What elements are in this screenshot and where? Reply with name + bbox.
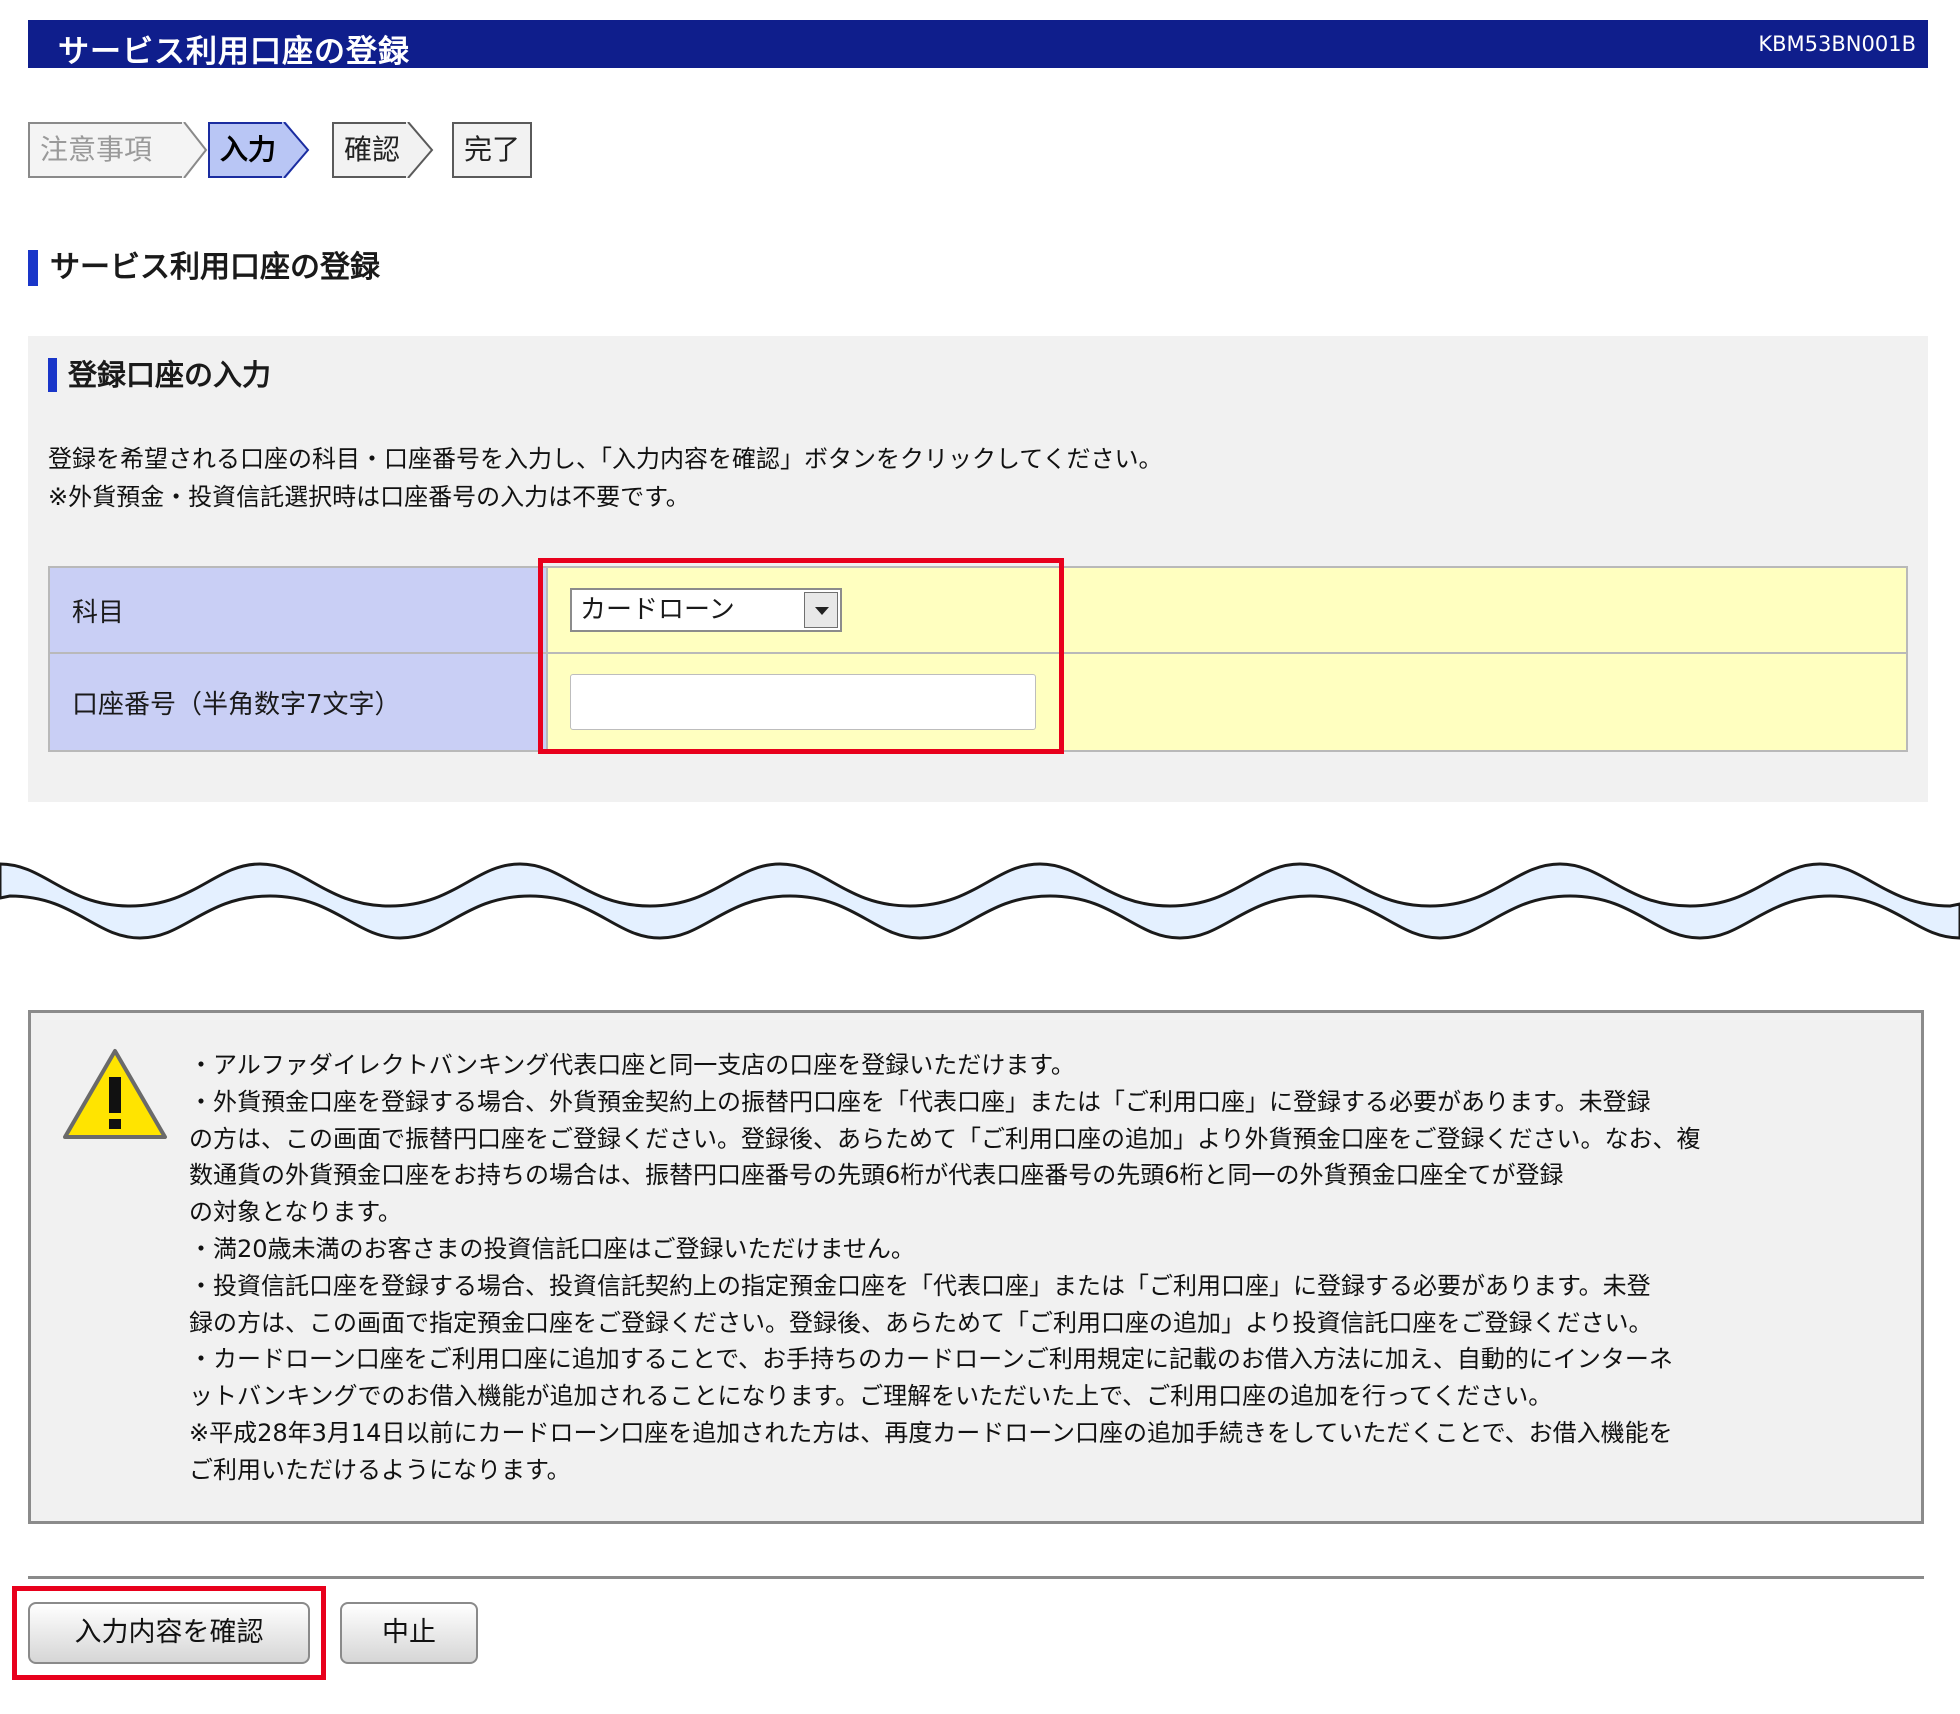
step-label: 注意事項	[28, 122, 184, 178]
notice-line: 録の方は、この画面で指定預金口座をご登録ください。登録後、あらためて「ご利用口座…	[189, 1308, 1653, 1337]
cancel-button[interactable]: 中止	[340, 1602, 478, 1664]
notice-line: ・外貨預金口座を登録する場合、外貨預金契約上の振替円口座を「代表口座」または「ご…	[189, 1087, 1651, 1116]
notice-line: ・カードローン口座をご利用口座に追加することで、お手持ちのカードローンご利用規定…	[189, 1345, 1673, 1374]
notice-line: の方は、この画面で振替円口座をご登録ください。登録後、あらためて「ご利用口座の追…	[189, 1124, 1701, 1153]
header-bar: サービス利用口座の登録 KBM53BN001B	[28, 20, 1928, 70]
section-title: 登録口座の入力	[48, 358, 271, 392]
highlight-box	[12, 1586, 326, 1680]
step-label: 完了	[452, 122, 532, 178]
notice-line: ご利用いただけるようになります。	[189, 1455, 571, 1484]
warning-icon	[63, 1049, 167, 1139]
notice-line: ットバンキングでのお借入機能が追加されることになります。ご理解をいただいた上で、…	[189, 1382, 1553, 1411]
instruction-note: ※外貨預金・投資信託選択時は口座番号の入力は不要です。	[48, 483, 690, 511]
notice-line: ※平成28年3月14日以前にカードローン口座を追加された方は、再度カードローン口…	[189, 1418, 1673, 1447]
notice-line: の対象となります。	[189, 1198, 402, 1227]
screen-id: KBM53BN001B	[1758, 32, 1916, 56]
header-title: サービス利用口座の登録	[58, 34, 410, 70]
divider	[28, 1576, 1924, 1579]
highlight-box	[538, 558, 1064, 754]
notice-box: ・アルファダイレクトバンキング代表口座と同一支店の口座を登録いただけます。 ・外…	[28, 1010, 1924, 1524]
instruction-line: 登録を希望される口座の科目・口座番号を入力し、「入力内容を確認」ボタンをクリック…	[48, 445, 1163, 473]
page-title: サービス利用口座の登録	[28, 250, 380, 286]
notice-line: 数通貨の外貨預金口座をお持ちの場合は、振替円口座番号の先頭6桁が代表口座番号の先…	[189, 1161, 1564, 1190]
step-arrow-icon	[282, 122, 310, 178]
notice-line: ・満20歳未満のお客さまの投資信託口座はご登録いただけません。	[189, 1234, 915, 1263]
step-arrow-icon	[406, 122, 434, 178]
notice-text: ・アルファダイレクトバンキング代表口座と同一支店の口座を登録いただけます。 ・外…	[189, 1047, 1701, 1489]
step-arrow-icon	[182, 122, 208, 178]
step-label: 確認	[332, 122, 408, 178]
notice-line: ・アルファダイレクトバンキング代表口座と同一支店の口座を登録いただけます。	[189, 1051, 1075, 1079]
instructions: 登録を希望される口座の科目・口座番号を入力し、「入力内容を確認」ボタンをクリック…	[48, 440, 1163, 516]
account-number-label: 口座番号（半角数字7文字）	[50, 654, 548, 750]
step-label: 入力	[208, 122, 284, 178]
subject-label: 科目	[50, 568, 548, 652]
notice-line: ・投資信託口座を登録する場合、投資信託契約上の指定預金口座を「代表口座」または「…	[189, 1271, 1651, 1300]
wave-separator	[0, 862, 1960, 940]
